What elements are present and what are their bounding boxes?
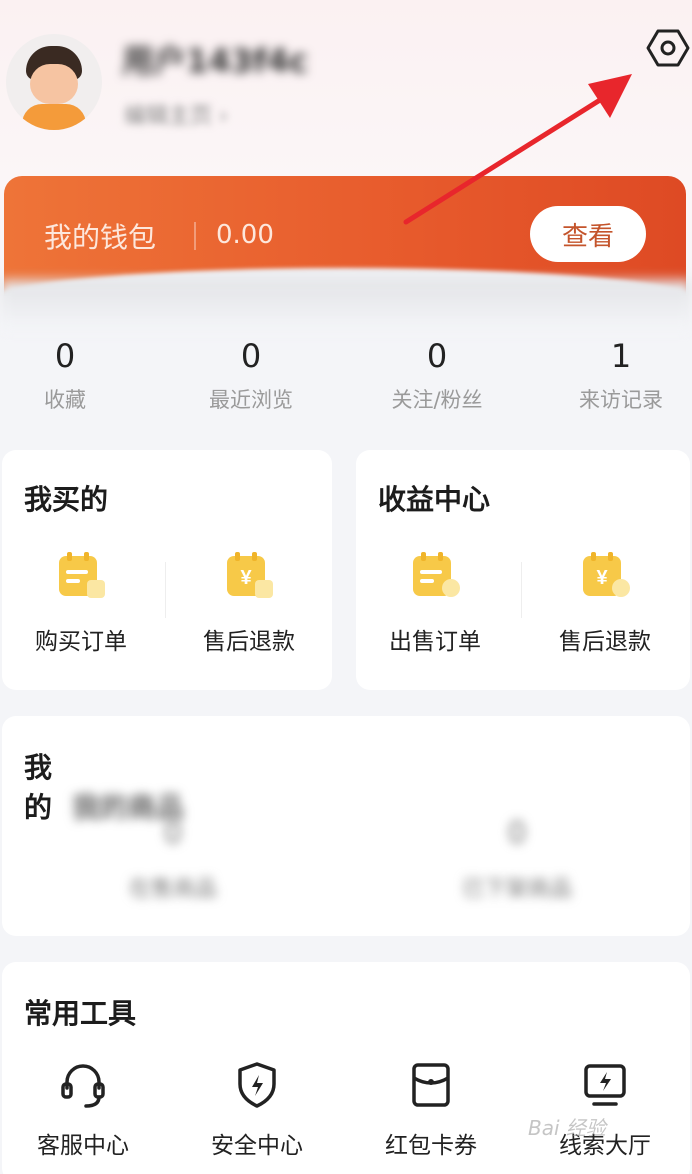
profile-header: 用户143f4c 编辑主页 › bbox=[0, 0, 692, 170]
monitor-icon bbox=[580, 1060, 630, 1110]
divider bbox=[165, 562, 166, 618]
security-center-button[interactable]: 安全中心 bbox=[182, 1060, 332, 1160]
svg-text:¥: ¥ bbox=[596, 567, 608, 589]
grid-label: 出售订单 bbox=[389, 629, 481, 655]
stat-label: 关注/粉丝 bbox=[391, 388, 483, 412]
income-card: 收益中心 出售订单 ¥ 售后退款 bbox=[356, 450, 690, 690]
coupons-button[interactable]: 红包卡券 bbox=[356, 1060, 506, 1160]
stats-row: 0 收藏 0 最近浏览 0 关注/粉丝 1 来访记录 bbox=[0, 336, 692, 416]
stat-recent-views[interactable]: 0 最近浏览 bbox=[176, 336, 326, 414]
stat-value: 0 bbox=[54, 337, 76, 375]
gear-icon[interactable] bbox=[646, 26, 690, 70]
shield-icon bbox=[232, 1060, 282, 1110]
tool-label: 安全中心 bbox=[211, 1133, 303, 1159]
stat-label: 收藏 bbox=[44, 388, 86, 412]
tools-title: 常用工具 bbox=[24, 997, 137, 1030]
watermark: Bai 经验 bbox=[528, 1116, 606, 1140]
sale-orders-button[interactable]: 出售订单 bbox=[360, 550, 510, 656]
refund-icon: ¥ bbox=[223, 550, 275, 602]
stat-favorites[interactable]: 0 收藏 bbox=[0, 336, 140, 414]
avatar[interactable] bbox=[6, 34, 102, 130]
stat-value: 0 bbox=[240, 337, 262, 375]
headset-icon bbox=[58, 1060, 108, 1110]
product-label: 在售商品 bbox=[128, 877, 217, 902]
bought-refund-button[interactable]: ¥ 售后退款 bbox=[174, 550, 324, 656]
income-refund-button[interactable]: ¥ 售后退款 bbox=[530, 550, 680, 656]
wallet-divider bbox=[194, 222, 196, 250]
wallet-amount: 0.00 bbox=[216, 220, 274, 250]
stat-follow-fans[interactable]: 0 关注/粉丝 bbox=[362, 336, 512, 414]
order-icon bbox=[55, 550, 107, 602]
customer-service-button[interactable]: 客服中心 bbox=[8, 1060, 158, 1160]
income-title: 收益中心 bbox=[378, 483, 491, 516]
wallet-banner[interactable]: 我的钱包 0.00 查看 bbox=[4, 176, 686, 296]
tool-label: 红包卡券 bbox=[385, 1133, 477, 1159]
stat-label: 来访记录 bbox=[579, 388, 663, 412]
products-card: 我的 我的商品 0 在售商品 0 已下架商品 bbox=[2, 716, 690, 936]
edit-profile-link[interactable]: 编辑主页 › bbox=[124, 98, 228, 130]
on-sale-products[interactable]: 0 在售商品 bbox=[98, 816, 248, 903]
wallet-title: 我的钱包 bbox=[44, 221, 157, 254]
grid-label: 购买订单 bbox=[35, 629, 127, 655]
product-count: 0 bbox=[163, 816, 183, 851]
username[interactable]: 用户143f4c bbox=[122, 36, 308, 82]
grid-label: 售后退款 bbox=[203, 629, 295, 655]
red-packet-icon bbox=[406, 1060, 456, 1110]
refund-icon: ¥ bbox=[579, 550, 631, 602]
wallet-view-button[interactable]: 查看 bbox=[530, 206, 646, 262]
grid-label: 售后退款 bbox=[559, 629, 651, 655]
svg-text:¥: ¥ bbox=[240, 567, 252, 589]
product-label: 已下架商品 bbox=[461, 877, 572, 902]
bought-title: 我买的 bbox=[24, 483, 109, 516]
off-sale-products[interactable]: 0 已下架商品 bbox=[442, 816, 592, 903]
stat-visitors[interactable]: 1 来访记录 bbox=[546, 336, 692, 414]
sale-order-icon bbox=[409, 550, 461, 602]
divider bbox=[521, 562, 522, 618]
tool-label: 客服中心 bbox=[37, 1133, 129, 1159]
stat-value: 1 bbox=[610, 337, 632, 375]
wallet-shadow bbox=[0, 280, 692, 330]
stat-value: 0 bbox=[426, 337, 448, 375]
products-title: 我的 我的商品 bbox=[24, 751, 185, 824]
bought-card: 我买的 购买订单 ¥ 售后退款 bbox=[2, 450, 332, 690]
product-count: 0 bbox=[507, 816, 527, 851]
purchase-orders-button[interactable]: 购买订单 bbox=[6, 550, 156, 656]
stat-label: 最近浏览 bbox=[209, 388, 293, 412]
